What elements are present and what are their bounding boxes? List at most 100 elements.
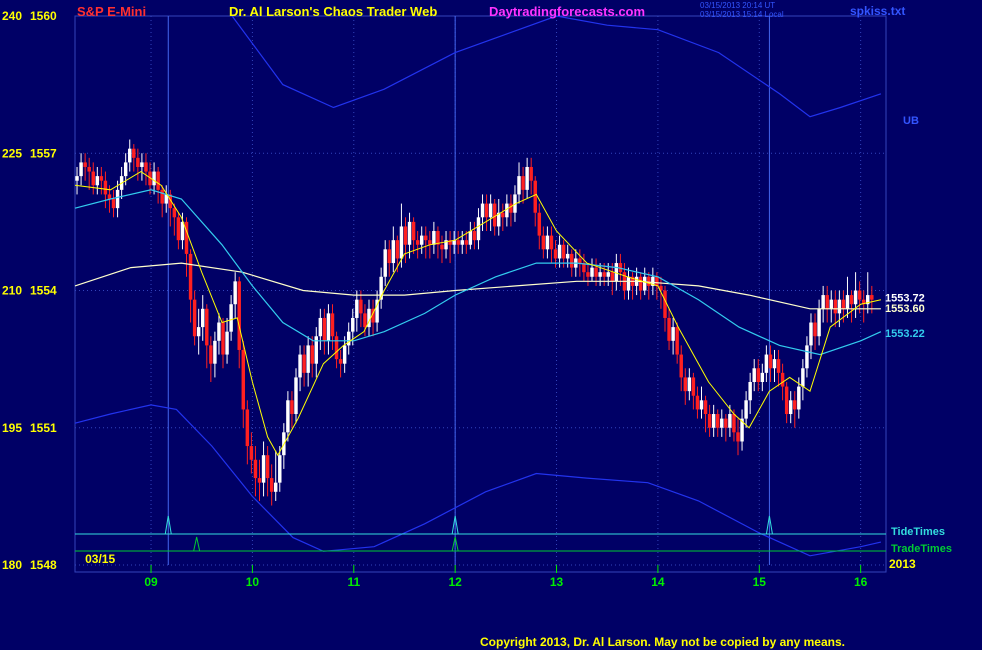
- price-bar-body: [845, 295, 850, 309]
- price-bar-body: [383, 249, 387, 277]
- price-bar-body: [801, 368, 805, 387]
- price-bar-body: [853, 290, 858, 305]
- x-tick-label: 15: [753, 575, 767, 589]
- price-bar-body: [103, 180, 108, 195]
- price-bar-body: [363, 313, 367, 328]
- price-bar-body: [833, 299, 838, 314]
- x-tick-label: 16: [854, 575, 868, 589]
- y-tick-osc-label: 240: [2, 9, 22, 23]
- site-link[interactable]: Daytradingforecasts.com: [489, 4, 645, 19]
- price-bar-body: [249, 446, 254, 460]
- price-bar-body: [643, 276, 647, 291]
- price-bar-body: [176, 217, 181, 241]
- price-bar-body: [298, 354, 302, 378]
- price-bar-body: [752, 368, 756, 382]
- price-bar-body: [549, 235, 554, 250]
- price-bar-body: [111, 199, 116, 209]
- price-bar-body: [411, 221, 416, 241]
- price-bar-body: [590, 267, 594, 277]
- price-bar-body: [201, 308, 205, 328]
- price-bar-body: [509, 203, 513, 213]
- price-bar-body: [217, 322, 221, 341]
- price-bar-body: [768, 354, 773, 369]
- price-bar-body: [196, 327, 201, 337]
- price-bar-body: [638, 276, 643, 291]
- price-bar-body: [403, 226, 408, 245]
- price-bar-body: [75, 176, 79, 181]
- y-tick-price-label: 1548: [30, 558, 57, 572]
- price-bar-body: [533, 180, 537, 213]
- price-bar-body: [711, 414, 716, 428]
- price-bar-body: [521, 176, 525, 190]
- price-bar-body: [395, 240, 400, 259]
- price-bar-body: [484, 203, 489, 218]
- price-bar-body: [565, 253, 570, 259]
- bands: [74, 15, 882, 557]
- price-bar-body: [261, 455, 266, 483]
- price-bar-body: [237, 281, 241, 350]
- price-bar-body: [387, 249, 391, 264]
- date-label: 03/15: [85, 552, 115, 566]
- price-bar-body: [675, 327, 679, 355]
- price-bar-body: [594, 267, 598, 277]
- price-bar-body: [95, 176, 100, 186]
- tide-times-label: TideTimes: [891, 526, 945, 538]
- price-bar-body: [541, 235, 546, 250]
- price-bar-body: [517, 176, 521, 195]
- plot-frame: [74, 15, 887, 573]
- price-bar-body: [586, 272, 590, 277]
- price-bar-body: [829, 299, 833, 309]
- x-tick-label: 14: [651, 575, 665, 589]
- price-bar-body: [626, 276, 631, 291]
- price-bar-body: [290, 400, 294, 415]
- price-bar-body: [440, 244, 444, 250]
- time-lines: [75, 515, 886, 552]
- price-bar-body: [132, 148, 136, 158]
- price-bar-body: [598, 272, 602, 277]
- price-bar-body: [760, 372, 765, 382]
- price-bar-body: [825, 295, 829, 309]
- year-label: 2013: [889, 557, 916, 571]
- price-bar-body: [318, 317, 323, 337]
- price-bar-body: [764, 354, 769, 373]
- price-bar-body: [602, 272, 606, 277]
- price-bar-body: [456, 240, 460, 245]
- price-bar-body: [663, 290, 667, 318]
- price-bar-body: [257, 478, 262, 483]
- price-bar-body: [695, 395, 700, 410]
- price-bar-body: [128, 148, 132, 163]
- price-bar-body: [468, 231, 473, 245]
- price-bar-body: [647, 276, 651, 286]
- band-label: UB: [903, 115, 919, 127]
- price-bar-body: [817, 308, 821, 337]
- price-bar-body: [570, 253, 574, 268]
- price-bar-body: [87, 166, 91, 172]
- price-bar-body: [144, 162, 148, 172]
- price-bar-body: [667, 317, 671, 341]
- price-bar-body: [841, 299, 846, 309]
- price-bar-body: [460, 240, 464, 245]
- price-bar-body: [432, 231, 436, 245]
- price-bar-body: [172, 208, 177, 218]
- price-bar-body: [488, 203, 493, 218]
- price-bars: [75, 139, 874, 506]
- price-bar-body: [188, 253, 193, 300]
- price-bar-body: [107, 194, 112, 199]
- price-bar-body: [606, 272, 610, 277]
- price-bar-body: [557, 244, 562, 259]
- price-bar-body: [310, 345, 314, 364]
- price-bar-body: [241, 349, 246, 410]
- y-tick-price-label: 1560: [30, 9, 57, 23]
- price-bar-body: [115, 189, 120, 209]
- price-bar-body: [492, 203, 497, 227]
- trade-times-label: TradeTimes: [891, 543, 952, 555]
- price-bar-body: [797, 386, 801, 410]
- price-bar-body: [813, 322, 817, 337]
- price-bar-body: [269, 478, 274, 492]
- right-value-label: 1553.22: [885, 328, 925, 340]
- price-bar-body: [419, 235, 424, 245]
- price-bar-body: [870, 295, 874, 300]
- chart-title: Dr. Al Larson's Chaos Trader Web: [229, 4, 438, 19]
- price-bar-body: [192, 299, 197, 337]
- y-tick-price-label: 1554: [30, 284, 57, 298]
